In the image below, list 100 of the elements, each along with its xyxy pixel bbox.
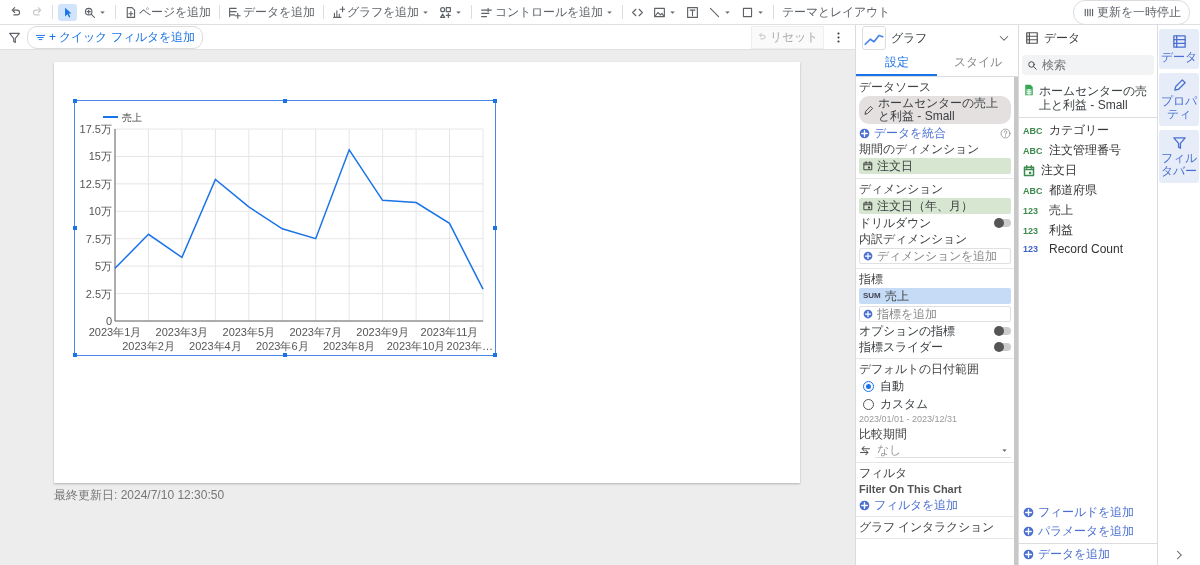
x-axis-label: 2023年8月 [322,340,376,352]
pencil-icon [863,104,874,116]
resize-handle[interactable] [493,99,497,103]
undo-icon [9,5,22,19]
add-link[interactable]: フィールドを追加 [1023,504,1153,521]
x-axis-label: 2023年7月 [289,326,342,338]
toggle-label: ドリルダウン [859,216,931,230]
x-axis-label: 2023年4月 [189,340,242,352]
table-icon [1025,31,1039,45]
spreadsheet-icon [1023,84,1035,96]
toggle-switch[interactable] [995,327,1011,335]
x-axis-label: 2023年2月 [122,340,175,352]
calendar-icon [863,201,873,211]
line-icon [708,5,721,19]
add-field-slot[interactable]: 指標を追加 [859,306,1011,322]
resize-handle[interactable] [493,226,497,230]
radio-button[interactable] [863,398,874,410]
field-item[interactable]: ABC 注文管理番号 [1023,141,1153,160]
x-axis-label: 2023年5月 [222,326,276,338]
section-heading: ディメンション [859,182,944,196]
add-chart-button[interactable]: グラフを追加 [329,1,433,23]
section-heading: データソース [859,80,932,94]
section-subheading: Filter On This Chart [859,482,963,496]
toggle-label: オプションの指標 [859,324,955,338]
field-item[interactable]: 注文日 [1023,161,1153,180]
bar-chart-plus-icon [332,5,345,19]
plus-icon [859,127,870,139]
field-item[interactable]: 123 利益 [1023,221,1153,240]
x-axis-label: 2023年9月 [356,326,409,338]
panel-tab[interactable]: スタイル [937,51,1018,76]
plus-icon [863,309,873,319]
theme-layout-button[interactable]: テーマとレイアウト [779,1,893,23]
plus-icon [1023,507,1034,518]
add-link[interactable]: パラメータを追加 [1023,523,1153,540]
side-rail-button[interactable]: データ [1159,29,1199,69]
search-icon [1027,59,1038,71]
panel-title: グラフ [891,29,928,47]
y-axis-label: 0 [105,315,112,327]
resize-handle[interactable] [493,353,497,357]
undo-icon [757,32,767,42]
section-heading: デフォルトの日付範囲 [859,362,980,376]
page-plus-icon [124,5,137,19]
legend-label: 売上 [122,112,142,123]
section-heading: 内訳ディメンション [859,232,968,246]
x-axis-label: 2023年3月 [155,326,209,338]
y-axis-label: 12.5万 [79,177,112,190]
redo-icon [31,5,44,19]
resize-handle[interactable] [73,226,77,230]
toggle-switch[interactable] [995,219,1011,227]
panel-tab[interactable]: 設定 [856,51,937,76]
field-item[interactable]: 123 売上 [1023,201,1153,220]
zoom-in-icon [83,5,96,19]
add-page-button[interactable]: ページを追加 [121,1,214,23]
section-heading: グラフ インタラクション [859,520,996,534]
date-range-text: 2023/01/01 - 2023/12/31 [859,414,959,425]
x-axis-label: 2023年11月 [420,326,479,338]
y-axis-label: 10万 [88,205,112,218]
pencil-icon [1171,78,1187,93]
dimension-chip[interactable]: 注文日 [859,158,1011,174]
chart-type-button[interactable] [862,26,886,50]
side-rail-button[interactable]: プロパティ [1159,73,1199,126]
shapes-icon [439,5,452,19]
toggle-label: 指標スライダー [859,340,943,354]
add-link[interactable]: フィルタを追加 [859,498,958,512]
toggle-switch[interactable] [995,343,1011,351]
field-type-label: ABC [1023,125,1043,136]
side-rail-button[interactable]: フィルタバー [1159,130,1199,183]
add-data-link[interactable]: データを追加 [1023,546,1110,563]
resize-handle[interactable] [73,99,77,103]
add-link[interactable]: データを統合 [859,126,946,140]
quick-filter-button[interactable]: + クイック フィルタを追加 [27,25,203,49]
radio-button[interactable] [863,380,874,392]
search-bar[interactable]: 検索 [1022,55,1154,75]
filter-icon [1171,135,1187,150]
y-axis-label: 17.5万 [79,123,112,135]
x-axis-label: 2023年1月 [88,326,142,338]
search-input[interactable]: 検索 [1042,58,1132,72]
resize-handle[interactable] [73,353,77,357]
metric-chip[interactable]: SUM 売上 [859,288,1011,304]
dimension-chip[interactable]: 注文日（年、月） [859,198,1011,214]
plus-icon [859,499,870,511]
field-item[interactable]: ABC カテゴリー [1023,121,1153,140]
line-chart[interactable]: 売上 17.5万 15万 12.5万 10万 7.5万 5万 2.5万 0 2023年1月 2023年3月 2023年5月 2023年7月 2023年9月 2023年11月 2023年2月 2023年4月 2023年6月 2023年8月 2023年10月 2023年… [74,100,496,356]
field-item[interactable]: 123 Record Count [1023,241,1153,257]
legend-line [102,116,119,118]
table-plus-icon [228,5,241,19]
field-type-label: ABC [1023,145,1043,156]
image-icon [653,5,666,19]
resize-handle[interactable] [283,353,287,357]
resize-handle[interactable] [283,99,287,103]
plus-icon [863,251,873,261]
add-control-button[interactable]: コントロールを追加 [477,1,617,23]
add-data-button[interactable]: データを追加 [225,1,318,23]
add-field-slot[interactable]: ディメンションを追加 [859,248,1011,264]
y-axis-label: 2.5万 [85,287,112,300]
pause-update-button[interactable]: 更新を一時停止 [1073,0,1190,25]
select-tool-button[interactable] [58,3,77,21]
field-item[interactable]: ABC 都道府県 [1023,181,1153,200]
x-axis-label: 2023年10月 [386,340,446,352]
data-source-chip[interactable]: ホームセンターの売上と利益 - Small [859,96,1011,124]
